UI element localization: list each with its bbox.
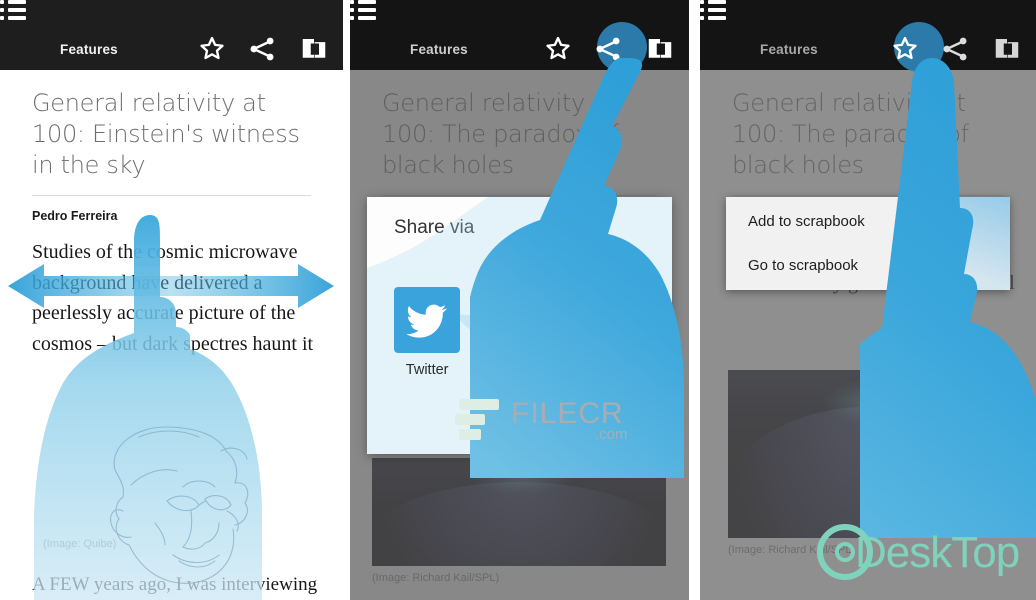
hamburger-list-icon[interactable] — [0, 0, 26, 20]
facebook-f-icon — [486, 287, 553, 353]
filecr-logo-icon — [455, 399, 503, 447]
star-icon[interactable] — [197, 34, 227, 64]
scrapbook-context-menu: Add to scrapbook Go to scrapbook — [726, 197, 1010, 290]
article-headline: General relativity at 100: The paradox o… — [732, 89, 969, 179]
app-toolbar: Features — [0, 0, 343, 70]
share-option-label: Facebook — [487, 362, 552, 378]
share-option-facebook[interactable]: Facebook — [478, 287, 560, 378]
article-content-3[interactable]: General relativity at 100: The paradox o… — [700, 70, 1036, 600]
toolbar-title: Features — [410, 42, 468, 57]
article-headline: General relativity at 100: The paradox o… — [382, 89, 619, 179]
share-dialog-title: Share via — [394, 217, 475, 238]
headline-divider — [382, 195, 657, 196]
share-option-twitter[interactable]: Twitter — [386, 287, 468, 378]
app-toolbar: Features — [700, 0, 1036, 72]
hamburger-list-icon[interactable] — [350, 0, 376, 20]
menu-hand-overlay — [898, 197, 1010, 290]
article-byline: Pedro Ferreira — [32, 209, 118, 223]
filecr-suffix: .com — [595, 426, 628, 443]
share-option-label: Email — [593, 362, 630, 378]
desktop-watermark: DeskTop — [815, 522, 1030, 584]
share-icon[interactable] — [247, 34, 277, 64]
phone-panel-1: Features General relativity at 100: Eins… — [0, 0, 343, 600]
phone-panel-2: General relativity at 100: The paradox o… — [350, 0, 689, 600]
tabs-icon[interactable] — [645, 34, 675, 64]
filecr-watermark: FILECR .com — [455, 393, 635, 455]
article-headline: General relativity at 100: Einstein's wi… — [32, 89, 300, 179]
image-caption: (Image: Quibe) — [43, 538, 117, 550]
desktop-wordmark: DeskTop — [855, 528, 1020, 577]
email-envelope-at-icon — [578, 287, 645, 353]
article-photo — [728, 370, 1006, 538]
tabs-icon[interactable] — [992, 34, 1022, 64]
share-icon[interactable] — [593, 34, 623, 64]
article-standfirst: Studies of the cosmic microwave backgrou… — [32, 241, 314, 355]
tabs-icon[interactable] — [299, 34, 329, 64]
app-toolbar: Features — [350, 0, 689, 72]
share-option-label: Twitter — [405, 362, 449, 378]
menu-item-add-to-scrapbook[interactable]: Add to scrapbook — [748, 213, 865, 230]
menu-item-go-to-scrapbook[interactable]: Go to scrapbook — [748, 257, 858, 274]
toolbar-title: Features — [760, 42, 818, 57]
share-options: Twitter Facebook Email — [367, 287, 672, 378]
star-icon[interactable] — [890, 34, 920, 64]
star-icon[interactable] — [543, 34, 573, 64]
share-icon[interactable] — [940, 34, 970, 64]
article-content-1[interactable]: General relativity at 100: Einstein's wi… — [0, 70, 343, 600]
article-photo — [372, 458, 666, 566]
image-caption: (Image: Richard Kail/SPL) — [372, 572, 500, 584]
phone-panel-3: General relativity at 100: The paradox o… — [700, 0, 1036, 600]
article-body-paragraph: A FEW years ago, I was interviewing a — [32, 574, 318, 595]
screenshot-stage: Features General relativity at 100: Eins… — [0, 0, 1036, 600]
toolbar-title: Features — [60, 42, 118, 57]
share-option-email[interactable]: Email — [571, 287, 653, 378]
twitter-bird-icon — [394, 287, 461, 353]
hamburger-list-icon[interactable] — [700, 0, 726, 20]
